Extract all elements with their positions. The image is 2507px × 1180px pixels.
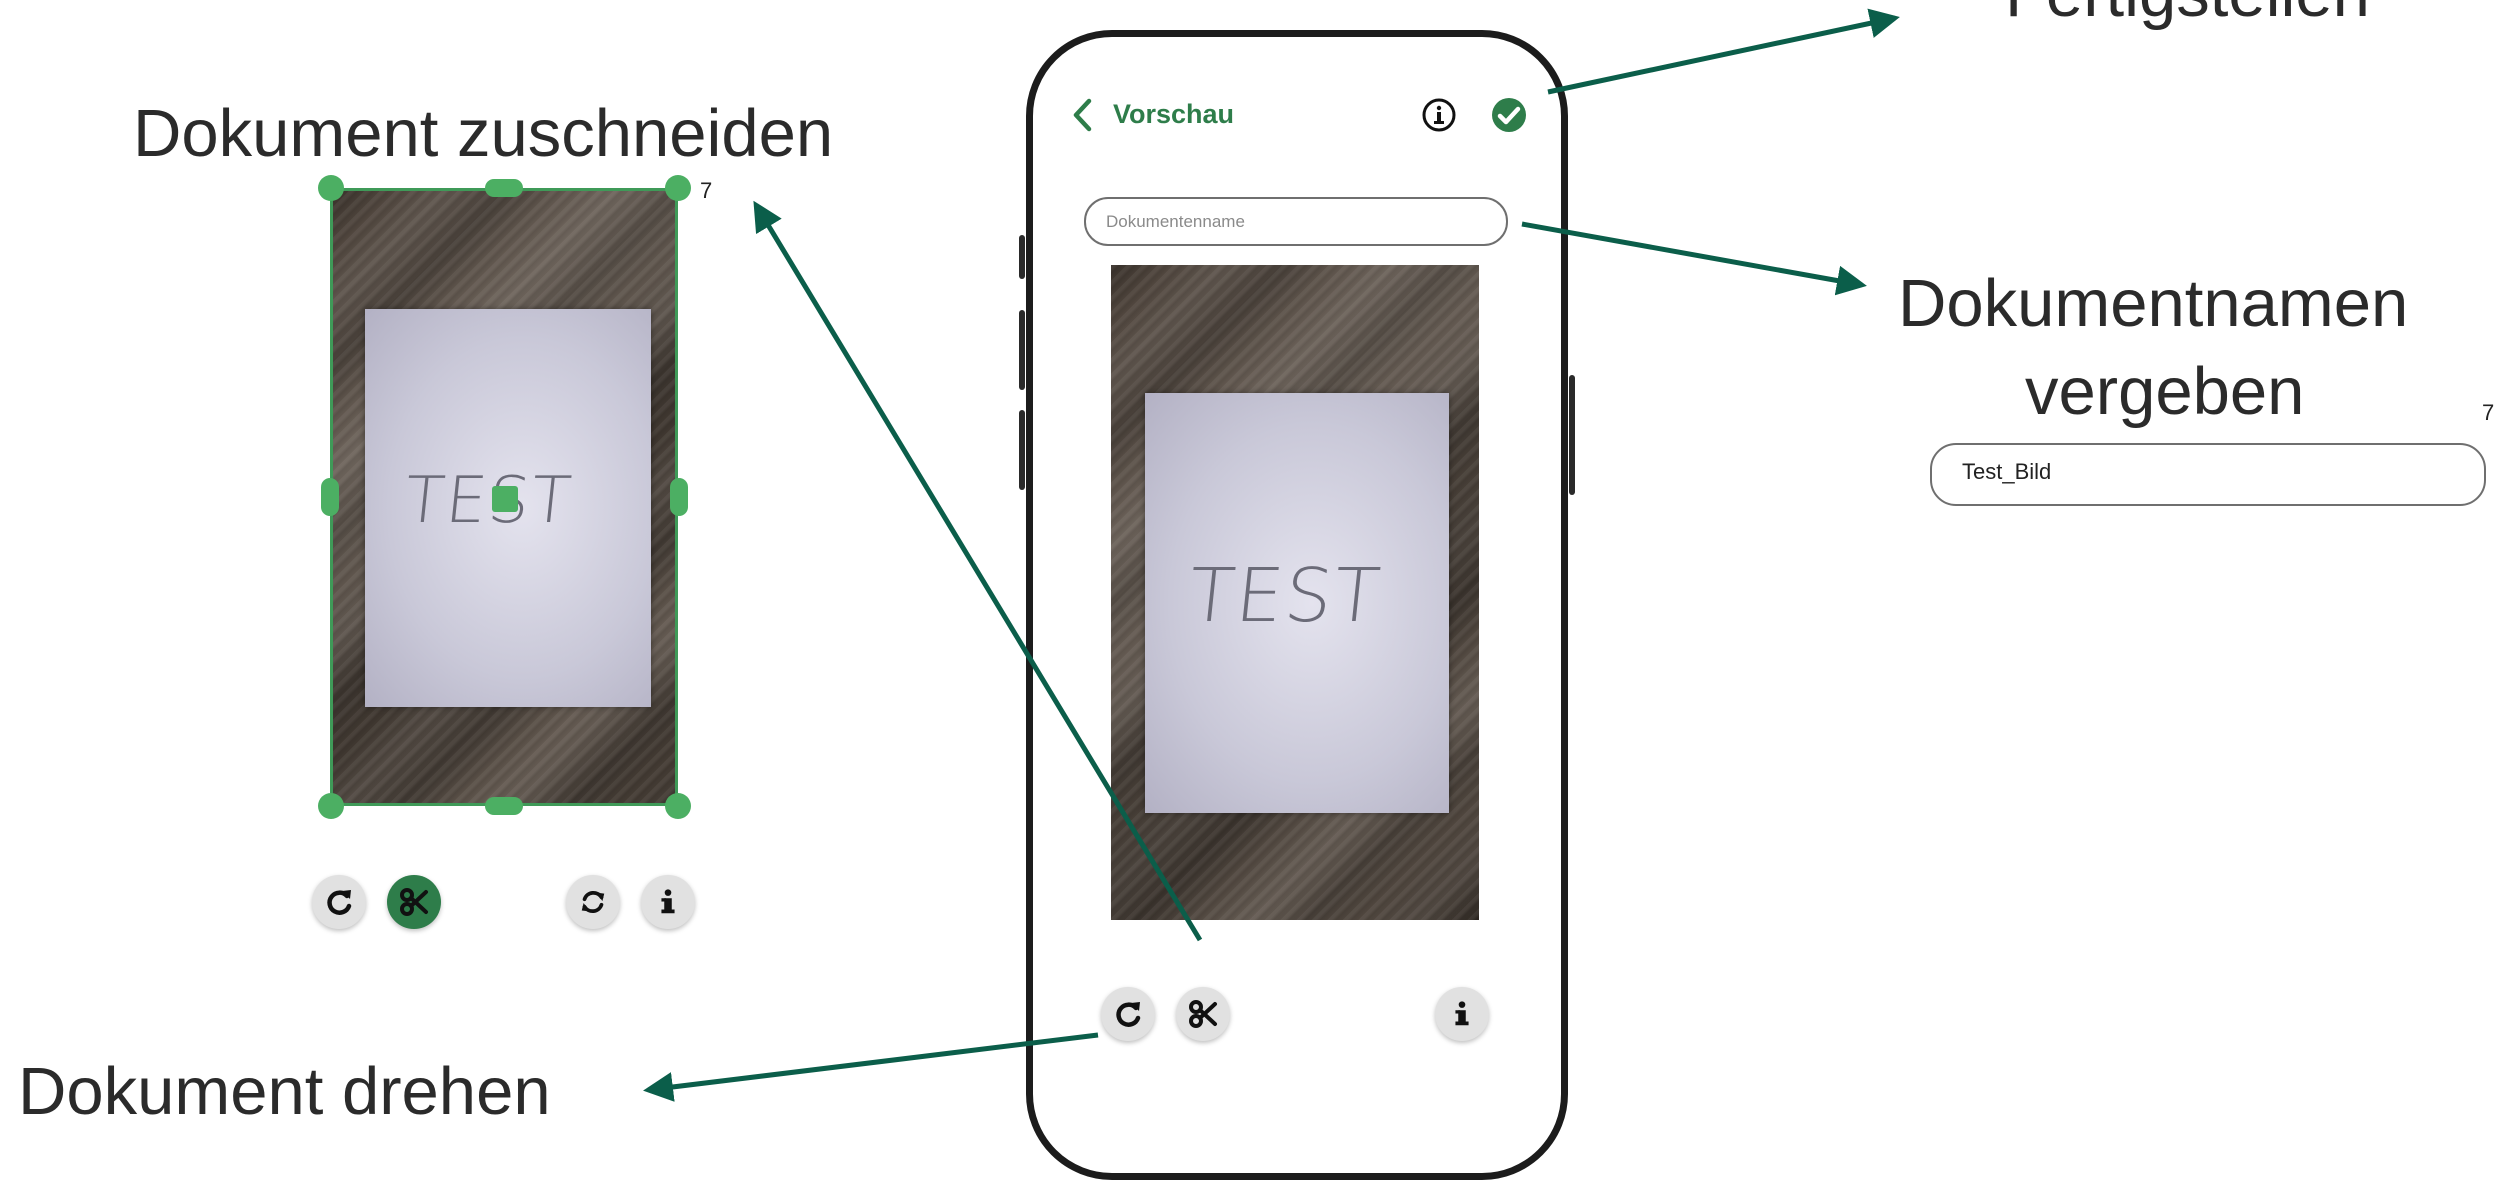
arrow-rotate [643,1032,1099,1102]
annotation-arrows [643,8,1900,1102]
arrow-crop [753,200,1203,942]
arrow-name [1521,221,1867,296]
arrow-finish [1547,8,1900,95]
